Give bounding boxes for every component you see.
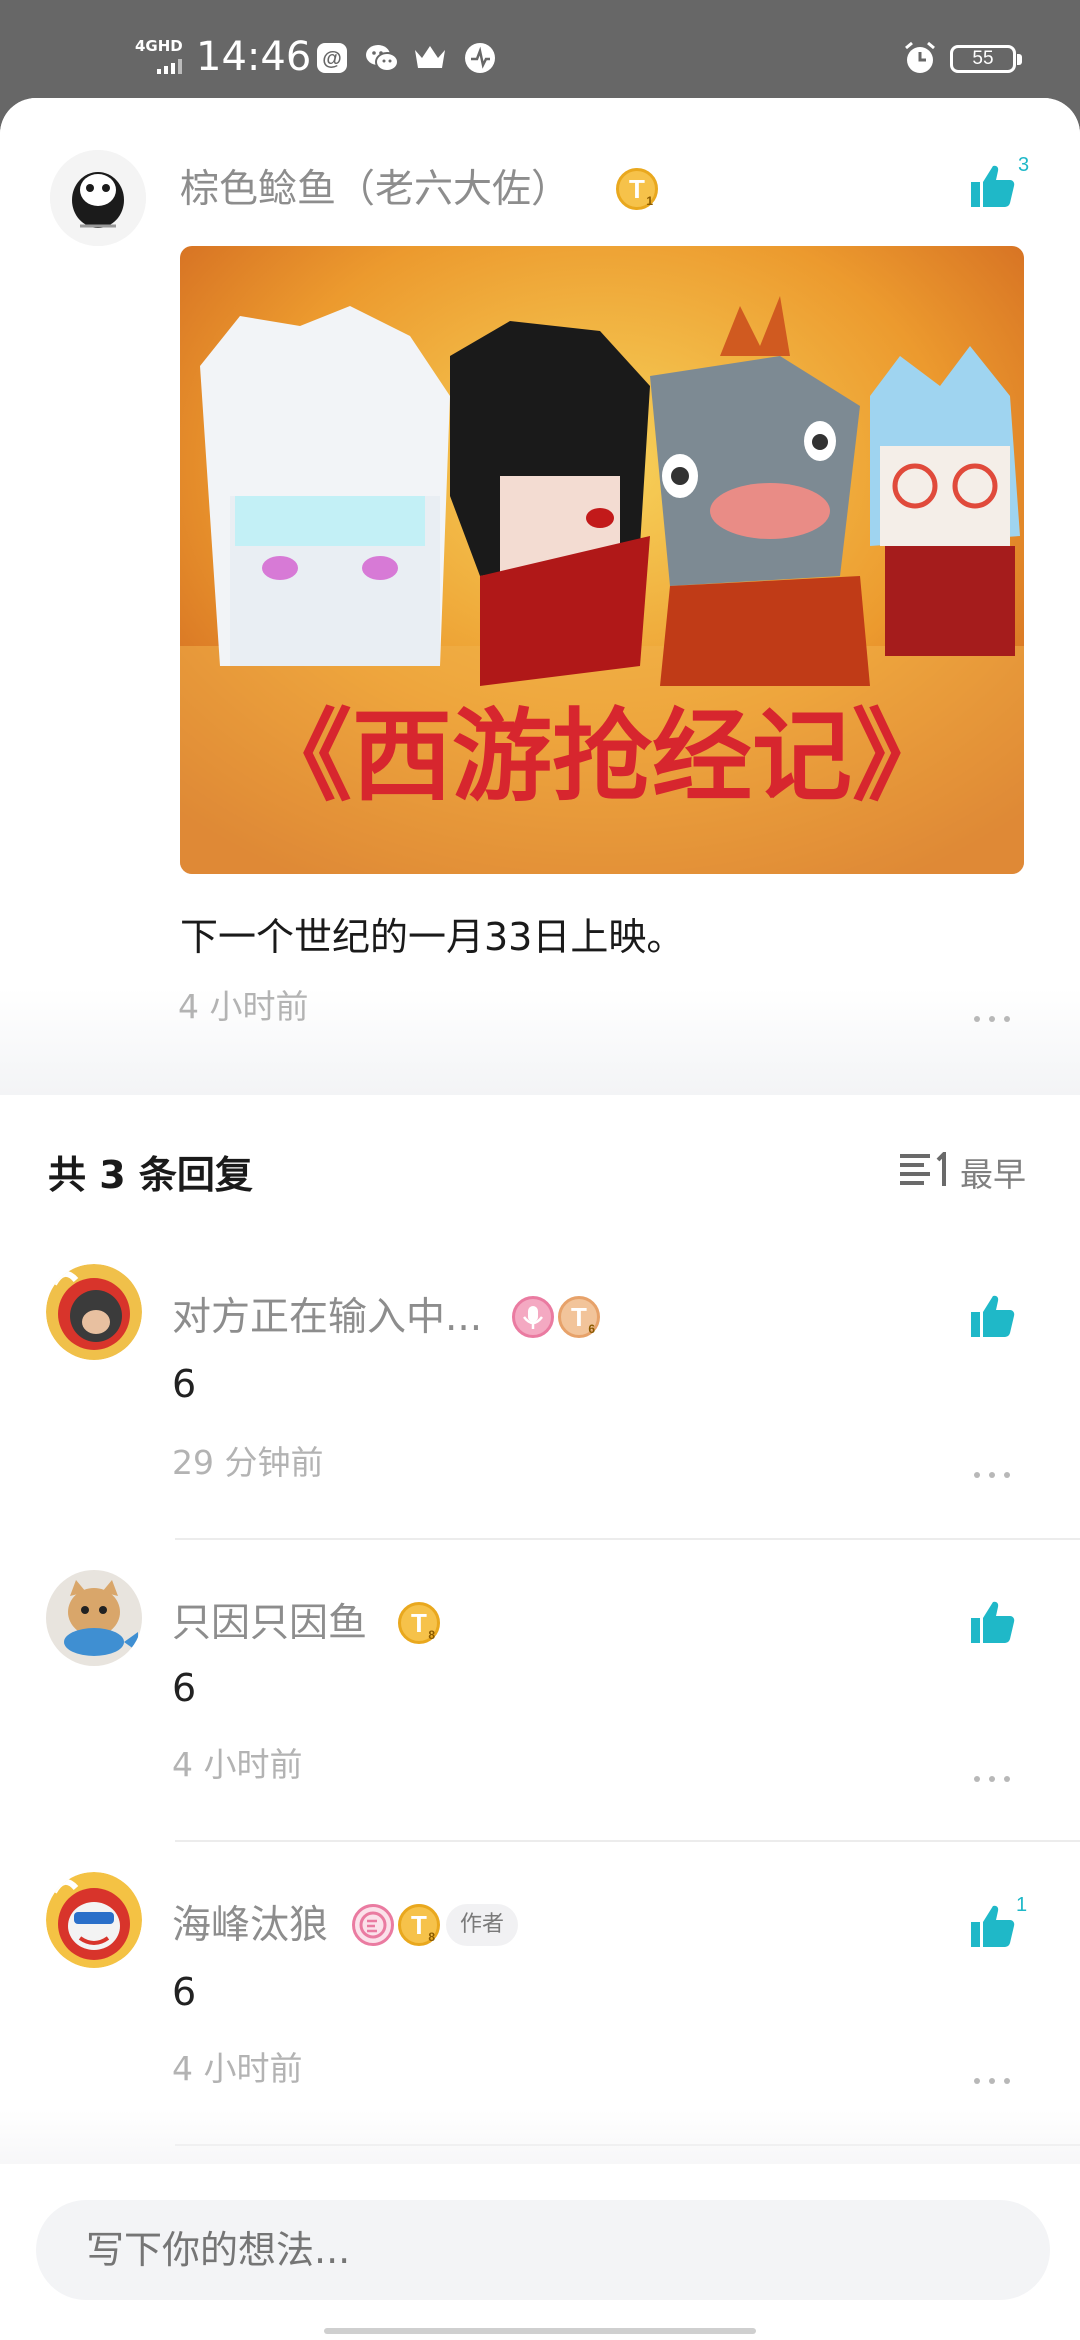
reply-item: 只因只因鱼 T8 6 4 小时前 <box>0 1552 1080 1852</box>
reply-content: 6 <box>172 1666 197 1710</box>
replies-count-title: 共 3 条回复 <box>48 1153 253 1197</box>
level-badge: T6 <box>558 1296 600 1338</box>
more-options-icon[interactable] <box>974 1774 1014 1784</box>
level-badge: T8 <box>398 1602 440 1644</box>
badge-level: 6 <box>588 1322 595 1336</box>
badge-level: 1 <box>646 194 653 208</box>
reply-username[interactable]: 只因只因鱼 <box>172 1592 367 1648</box>
reply-content: 6 <box>172 1970 197 2014</box>
badge-letter: T <box>411 1910 427 1940</box>
reply-content: 6 <box>172 1362 197 1406</box>
alarm-icon <box>902 40 938 76</box>
more-options-icon[interactable] <box>974 2076 1014 2086</box>
reply-time: 4 小时前 <box>172 2049 303 2088</box>
sort-label: 最早 <box>960 1155 1026 1194</box>
comment-sheet: 棕色鲶鱼（老六大佐） T1 3 《西游抢经记》 下一个世纪的一月33日上映。 4… <box>0 98 1080 2340</box>
svg-text:@: @ <box>322 48 342 70</box>
reply-item: 海峰汰狼 T8 作者 1 6 4 小时前 <box>0 1854 1080 2154</box>
battery-level: 55 <box>972 48 994 69</box>
home-indicator[interactable] <box>324 2328 756 2334</box>
app-notification-icon <box>462 40 498 76</box>
level-badge: T1 <box>616 168 658 210</box>
fan-badge-icon <box>352 1904 394 1946</box>
network-label: 4GHD <box>135 37 183 55</box>
like-button[interactable] <box>968 1598 1016 1646</box>
poster-title: 《西游抢经记》 <box>252 698 952 815</box>
level-badge: T8 <box>398 1904 440 1946</box>
divider <box>175 1840 1080 1842</box>
thumbs-up-icon <box>971 1601 1015 1643</box>
reply-username[interactable]: 对方正在输入中... <box>172 1286 482 1342</box>
reply-time: 29 分钟前 <box>172 1443 324 1482</box>
reply-item: 对方正在输入中... T6 6 29 分钟前 <box>0 1248 1080 1548</box>
network-indicator: 4GHD <box>135 38 189 80</box>
status-time: 14:46 <box>196 34 312 80</box>
game-poster-image: 《西游抢经记》 <box>180 246 1024 874</box>
signal-icon <box>157 58 187 74</box>
badge-letter: T <box>411 1608 427 1638</box>
sort-order-icon <box>900 1152 946 1186</box>
at-sign-icon: @ <box>314 40 350 76</box>
like-count: 3 <box>1018 154 1030 176</box>
reply-time: 4 小时前 <box>172 1745 303 1784</box>
avatar[interactable] <box>46 1570 142 1666</box>
author-tag: 作者 <box>446 1904 519 1946</box>
main-comment: 棕色鲶鱼（老六大佐） T1 3 《西游抢经记》 下一个世纪的一月33日上映。 4… <box>0 98 1080 1095</box>
badge-letter: T <box>629 174 645 204</box>
like-count: 1 <box>1016 1894 1028 1916</box>
avatar[interactable] <box>50 150 146 246</box>
avatar[interactable] <box>46 1264 142 1360</box>
thumbs-up-icon <box>971 1295 1015 1337</box>
wechat-icon <box>364 40 400 76</box>
like-button[interactable] <box>968 1902 1016 1950</box>
post-image[interactable]: 《西游抢经记》 <box>180 246 1024 874</box>
crown-icon <box>412 40 448 76</box>
divider <box>175 1538 1080 1540</box>
badge-level: 8 <box>428 1930 435 1944</box>
like-button[interactable] <box>968 162 1016 210</box>
battery-indicator: 55 <box>950 45 1022 73</box>
status-bar: 4GHD 14:46 @ 55 <box>0 0 1080 100</box>
comment-input-bar <box>0 2164 1080 2340</box>
badge-letter: T <box>571 1302 587 1332</box>
thumbs-up-icon <box>971 165 1015 207</box>
badge-level: 8 <box>428 1628 435 1642</box>
post-time: 4 小时前 <box>178 987 309 1026</box>
avatar[interactable] <box>46 1872 142 1968</box>
more-options-icon[interactable] <box>974 1014 1014 1024</box>
reply-username[interactable]: 海峰汰狼 <box>172 1894 328 1950</box>
post-content: 下一个世纪的一月33日上映。 <box>180 915 685 959</box>
post-username[interactable]: 棕色鲶鱼（老六大佐） <box>180 158 570 214</box>
more-options-icon[interactable] <box>974 1470 1014 1480</box>
thumbs-up-icon <box>971 1905 1015 1947</box>
comment-input[interactable] <box>36 2200 1050 2300</box>
microphone-badge-icon <box>512 1296 554 1338</box>
like-button[interactable] <box>968 1292 1016 1340</box>
